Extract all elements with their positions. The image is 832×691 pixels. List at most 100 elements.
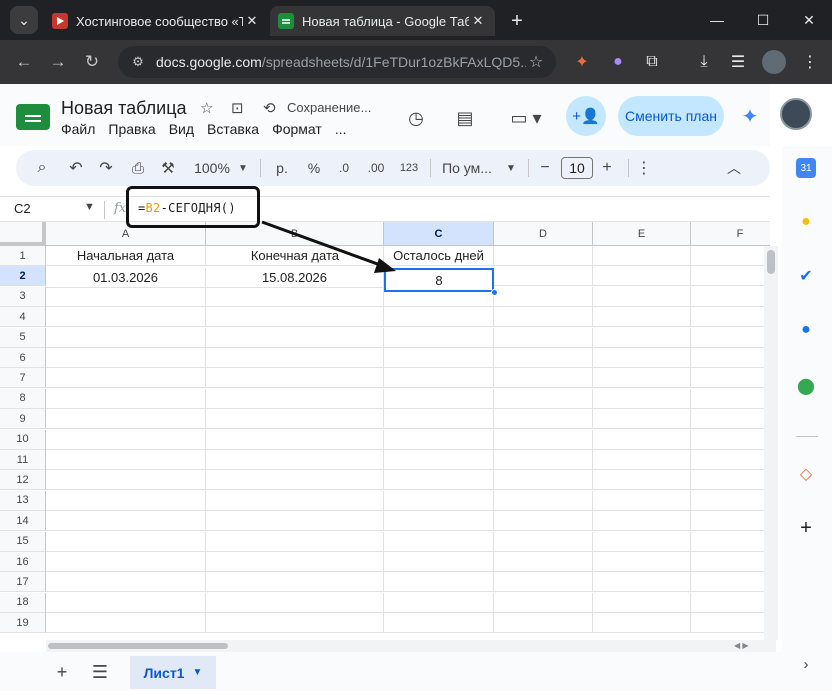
empty-cell[interactable] [691, 328, 770, 348]
empty-cell[interactable] [384, 470, 494, 491]
empty-cell[interactable] [206, 388, 384, 409]
empty-cell[interactable] [691, 348, 770, 368]
horizontal-scroll-thumb[interactable] [48, 643, 228, 649]
empty-cell[interactable] [593, 307, 691, 328]
empty-cell[interactable] [384, 572, 494, 593]
bookmark-star-icon[interactable]: ☆ [526, 52, 546, 72]
empty-cell[interactable] [384, 552, 494, 572]
empty-cell[interactable] [691, 307, 770, 328]
reading-list-icon[interactable]: ☰ [726, 50, 750, 74]
empty-cell[interactable] [691, 430, 770, 450]
empty-cell[interactable] [593, 613, 691, 634]
vertical-scrollbar[interactable] [764, 246, 778, 640]
row-header-11[interactable]: 11 [0, 450, 46, 470]
number-format-button[interactable]: 123 [396, 150, 422, 186]
empty-cell[interactable] [494, 511, 593, 532]
row-header-17[interactable]: 17 [0, 572, 46, 593]
print-icon[interactable]: ⎙ [126, 150, 150, 186]
ghost-extension-icon[interactable]: ● [606, 50, 630, 74]
empty-cell[interactable] [206, 552, 384, 572]
row-header-10[interactable]: 10 [0, 429, 46, 450]
more-options-icon[interactable]: ⋮ [634, 150, 654, 186]
empty-cell[interactable] [593, 450, 691, 470]
account-avatar[interactable] [780, 98, 812, 130]
empty-cell[interactable] [46, 429, 206, 450]
empty-cell[interactable] [46, 572, 206, 593]
empty-cell[interactable] [691, 491, 770, 511]
empty-cell[interactable] [206, 470, 384, 491]
extensions-puzzle-icon[interactable]: ⧉ [640, 50, 664, 74]
empty-cell[interactable] [494, 552, 593, 572]
vertical-scroll-thumb[interactable] [767, 250, 775, 274]
share-button[interactable]: +👤 [566, 96, 606, 136]
fill-handle[interactable] [491, 289, 498, 296]
row-header-9[interactable]: 9 [0, 409, 46, 430]
office-addon-icon[interactable]: ◇ [794, 462, 818, 486]
empty-cell[interactable] [494, 531, 593, 552]
column-header-c[interactable]: C [384, 222, 494, 246]
search-menus-icon[interactable]: ⌕ [30, 150, 54, 186]
empty-cell[interactable] [494, 286, 593, 307]
name-box[interactable]: C2 [14, 201, 31, 216]
empty-cell[interactable] [46, 592, 206, 613]
row-header-6[interactable]: 6 [0, 348, 46, 368]
empty-cell[interactable] [206, 368, 384, 389]
scroll-arrows-icon[interactable]: ◀ ▶ [734, 641, 749, 650]
comments-icon[interactable]: ▤ [451, 104, 479, 132]
empty-cell[interactable] [46, 286, 206, 307]
zoom-select[interactable]: 100% [190, 150, 234, 186]
sheets-logo-icon[interactable] [16, 104, 50, 130]
empty-cell[interactable] [46, 388, 206, 409]
empty-cell[interactable] [494, 429, 593, 450]
empty-cell[interactable] [206, 409, 384, 430]
empty-cell[interactable] [206, 531, 384, 552]
empty-cell[interactable] [593, 388, 691, 409]
empty-cell[interactable] [494, 409, 593, 430]
empty-cell[interactable] [46, 531, 206, 552]
empty-cell[interactable] [46, 552, 206, 572]
empty-cell[interactable] [494, 450, 593, 470]
address-bar[interactable]: ⚙ docs.google.com/spreadsheets/d/1FeTDur… [118, 46, 556, 78]
empty-cell[interactable] [593, 470, 691, 491]
paint-format-icon[interactable]: ⚒ [156, 150, 180, 186]
empty-cell[interactable] [206, 592, 384, 613]
empty-cell[interactable] [206, 307, 384, 328]
select-all-corner[interactable] [0, 222, 46, 246]
empty-cell[interactable] [593, 531, 691, 552]
empty-cell[interactable] [206, 327, 384, 348]
empty-cell[interactable] [384, 429, 494, 450]
add-sheet-button[interactable]: + [50, 660, 74, 684]
close-window-icon[interactable]: ✕ [786, 6, 832, 34]
font-select[interactable]: По ум... [440, 150, 494, 186]
empty-cell[interactable] [46, 348, 206, 368]
empty-cell[interactable] [46, 327, 206, 348]
sync-status-icon[interactable]: ⟲ [263, 99, 276, 117]
maps-pin-icon[interactable]: ⬤ [794, 374, 818, 398]
zoom-chevron-down-icon[interactable]: ▼ [236, 150, 250, 186]
empty-cell[interactable] [46, 368, 206, 389]
empty-cell[interactable] [494, 490, 593, 511]
empty-cell[interactable] [593, 511, 691, 532]
empty-cell[interactable] [593, 368, 691, 389]
increase-font-size-button[interactable]: + [598, 150, 616, 186]
browser-menu-icon[interactable]: ⋮ [798, 50, 822, 74]
empty-cell[interactable] [593, 572, 691, 593]
empty-cell[interactable] [46, 511, 206, 532]
empty-cell[interactable] [691, 450, 770, 470]
column-header-f[interactable]: F [691, 222, 770, 246]
menu-view[interactable]: Вид [169, 121, 194, 137]
row-header-8[interactable]: 8 [0, 388, 46, 409]
empty-cell[interactable] [384, 409, 494, 430]
empty-cell[interactable] [206, 511, 384, 532]
contacts-person-icon[interactable]: ● [794, 318, 818, 342]
empty-cell[interactable] [384, 368, 494, 389]
empty-cell[interactable] [691, 246, 770, 266]
empty-cell[interactable] [384, 490, 494, 511]
empty-cell[interactable] [691, 613, 770, 634]
empty-cell[interactable] [494, 327, 593, 348]
row-header-16[interactable]: 16 [0, 552, 46, 572]
empty-cell[interactable] [494, 470, 593, 491]
menu-insert[interactable]: Вставка [207, 121, 259, 137]
close-tab-icon[interactable]: ✕ [469, 13, 487, 29]
empty-cell[interactable] [46, 450, 206, 470]
